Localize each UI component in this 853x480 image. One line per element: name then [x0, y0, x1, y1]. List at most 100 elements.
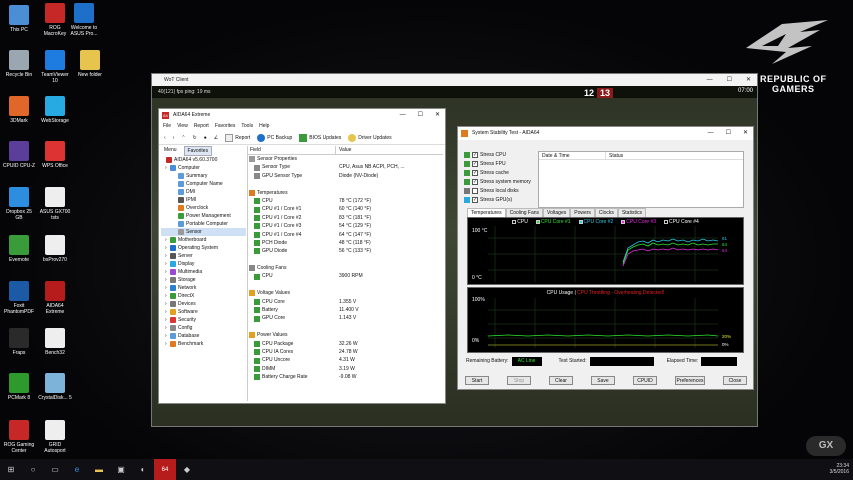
stability-taskbar-icon[interactable]: ◆	[176, 459, 198, 480]
expand-icon[interactable]: ›	[165, 308, 168, 316]
desktop-icon[interactable]: Bench32	[38, 328, 72, 356]
desktop-icon[interactable]: Welcome to ASUS Pro...	[67, 3, 101, 37]
stress-checkbox[interactable]: ✓	[472, 161, 478, 168]
stress-checkbox[interactable]: ✓	[472, 170, 478, 177]
expand-icon[interactable]: ›	[165, 284, 168, 292]
tree-item[interactable]: IPMI	[161, 196, 246, 204]
tab-clocks[interactable]: Clocks	[594, 208, 618, 217]
desktop-icon[interactable]: Fraps	[2, 328, 36, 356]
sensor-group[interactable]: Power Values	[248, 331, 443, 339]
tree-item[interactable]: › DirectX	[161, 292, 246, 300]
menu-favorites[interactable]: Favorites	[215, 122, 236, 131]
tree-item[interactable]: › Benchmark	[161, 340, 246, 348]
tree-item[interactable]: › Config	[161, 324, 246, 332]
desktop-icon[interactable]: This PC	[2, 5, 36, 33]
start-icon[interactable]: ⊞	[0, 459, 22, 480]
expand-icon[interactable]: ›	[165, 164, 168, 172]
sensor-row[interactable]: CPU #1 / Core #1 60 °C (140 °F)	[248, 205, 443, 213]
menu-view[interactable]: View	[177, 122, 188, 131]
clear-button[interactable]: Clear	[549, 376, 573, 385]
desktop-icon[interactable]: New folder	[73, 50, 107, 78]
expand-icon[interactable]: ›	[165, 244, 168, 252]
sensor-row[interactable]: CPU Core 1.355 V	[248, 298, 443, 306]
menu-report[interactable]: Report	[194, 122, 209, 131]
sensor-row[interactable]: DIMM 3.19 W	[248, 365, 443, 373]
tree-item[interactable]: › Display	[161, 260, 246, 268]
desktop-icon[interactable]: ASUS GX700 tsts	[38, 187, 72, 221]
sensor-row[interactable]: GPU Core 1.143 V	[248, 314, 443, 322]
sensor-group[interactable]: Temperatures	[248, 189, 443, 197]
desktop-icon[interactable]: Foxit PhantomPDF	[2, 281, 36, 315]
menu-help[interactable]: Help	[259, 122, 269, 131]
store-icon[interactable]: ▣	[110, 459, 132, 480]
sensor-group[interactable]: Sensor Properties	[248, 155, 443, 163]
stress-option[interactable]: ✓ Stress FPU	[464, 160, 531, 169]
start-button[interactable]: Start	[465, 376, 489, 385]
desktop-icon[interactable]: Dropbox 25 GB	[2, 187, 36, 221]
sensor-row[interactable]: CPU IA Cores 24.78 W	[248, 348, 443, 356]
tab-favorites[interactable]: Favorites	[183, 146, 213, 156]
pc-backup-button[interactable]: PC Backup	[255, 133, 294, 142]
tree-item[interactable]: › Software	[161, 308, 246, 316]
up-button[interactable]: ⌃	[179, 135, 187, 141]
sensor-row[interactable]: Battery Charge Rate -9.08 W	[248, 373, 443, 381]
col-value[interactable]: Value	[336, 146, 351, 154]
stress-checkbox[interactable]: ✓	[472, 152, 478, 159]
expand-icon[interactable]: ›	[165, 316, 168, 324]
expand-icon[interactable]: ›	[165, 252, 168, 260]
tree-item[interactable]: › Multimedia	[161, 268, 246, 276]
desktop-icon[interactable]: AIDA64 Extreme	[38, 281, 72, 315]
col-field[interactable]: Field	[248, 146, 336, 154]
tab-menu[interactable]: Menu	[161, 146, 180, 156]
desktop-icon[interactable]: CPUID CPU-Z	[2, 141, 36, 169]
desktop-icon[interactable]: CrystalDisk... 5	[38, 373, 72, 401]
expand-icon[interactable]: ›	[165, 260, 168, 268]
tree-item[interactable]: Portable Computer	[161, 220, 246, 228]
desktop-icon[interactable]: ROG Gaming Center	[2, 420, 36, 454]
sensor-row[interactable]: GPU Diode 56 °C (133 °F)	[248, 247, 443, 255]
close-button[interactable]: ✕	[435, 109, 440, 122]
stop-button[interactable]: Stop	[507, 376, 531, 385]
tab-voltages[interactable]: Voltages	[543, 208, 571, 217]
wot-taskbar-icon[interactable]: ◐	[132, 459, 154, 480]
bios-updates-button[interactable]: BIOS Updates	[297, 133, 343, 142]
menu-file[interactable]: File	[163, 122, 171, 131]
tree-item[interactable]: › Storage	[161, 276, 246, 284]
sensor-row[interactable]: CPU #1 / Core #4 64 °C (147 °F)	[248, 231, 443, 239]
desktop-icon[interactable]: 3DMark	[2, 96, 36, 124]
user-icon[interactable]: ●	[202, 135, 209, 141]
sensor-row[interactable]: CPU 3900 RPM	[248, 272, 443, 280]
sensor-row[interactable]: Battery 11.400 V	[248, 306, 443, 314]
expand-icon[interactable]: ›	[165, 268, 168, 276]
sensor-row[interactable]: Sensor Type CPU, Asus NB ACPI, PCH, ...	[248, 163, 443, 171]
stability-test-window[interactable]: System Stability Test - AIDA64 — ☐ ✕ ✓ St…	[457, 126, 754, 390]
desktop-icon[interactable]: GRID Autosport	[38, 420, 72, 454]
expand-icon[interactable]: ›	[165, 236, 168, 244]
expand-icon[interactable]: ›	[165, 276, 168, 284]
sensor-row[interactable]: CPU 78 °C (172 °F)	[248, 197, 443, 205]
edge-icon[interactable]: e	[66, 459, 88, 480]
sensor-group[interactable]: Cooling Fans	[248, 264, 443, 272]
tree-item[interactable]: Overclock	[161, 204, 246, 212]
save-button[interactable]: Save	[591, 376, 615, 385]
sensor-row[interactable]: PCH Diode 48 °C (118 °F)	[248, 239, 443, 247]
desktop-icon[interactable]: Recycle Bin	[2, 50, 36, 78]
close-button[interactable]: ✕	[746, 74, 751, 86]
sensor-group[interactable]: Voltage Values	[248, 289, 443, 297]
tab-statistics[interactable]: Statistics	[617, 208, 646, 217]
maximize-button[interactable]: ☐	[418, 109, 423, 122]
stress-option[interactable]: ✓ Stress CPU	[464, 151, 531, 160]
aida64-taskbar-icon[interactable]: 64	[154, 459, 176, 480]
tree-item[interactable]: › Motherboard	[161, 236, 246, 244]
chart-icon[interactable]: ∠	[212, 135, 220, 141]
tab-powers[interactable]: Powers	[570, 208, 595, 217]
expand-icon[interactable]: ›	[165, 300, 168, 308]
tree-item[interactable]: › Operating System	[161, 244, 246, 252]
stress-checkbox[interactable]: ✓	[472, 179, 478, 186]
menu-tools[interactable]: Tools	[241, 122, 253, 131]
back-button[interactable]: ‹	[162, 135, 168, 141]
report-button[interactable]: Report	[223, 133, 252, 142]
tree-item[interactable]: DMI	[161, 188, 246, 196]
tree-item[interactable]: AIDA64 v5.60.3700	[161, 156, 246, 164]
file-explorer-icon[interactable]: ▬	[88, 459, 110, 480]
